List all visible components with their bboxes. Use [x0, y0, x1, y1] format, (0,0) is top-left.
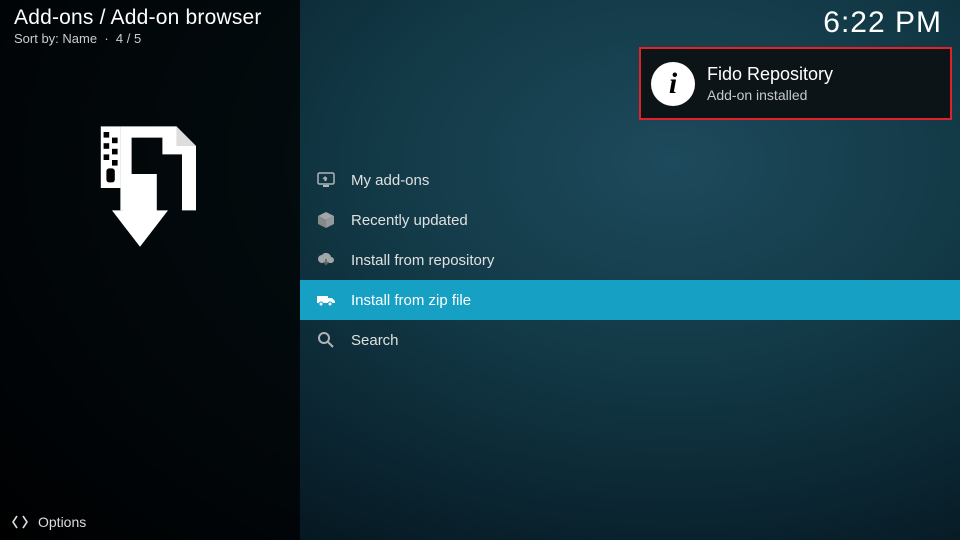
clock: 6:22 PM [823, 6, 942, 40]
zip-download-icon [70, 118, 210, 258]
info-icon: i [651, 62, 695, 106]
menu-item-label: Recently updated [351, 212, 468, 229]
menu-item-label: My add-ons [351, 172, 429, 189]
cloud-download-icon [315, 249, 337, 271]
menu-item-search[interactable]: Search [300, 320, 960, 360]
menu-item-label: Search [351, 332, 399, 349]
notification-title: Fido Repository [707, 64, 833, 85]
sort-info: Sort by: Name · 4 / 5 [14, 31, 262, 46]
list-position: 4 / 5 [116, 31, 141, 46]
menu-item-label: Install from repository [351, 252, 494, 269]
breadcrumb-header: Add-ons / Add-on browser Sort by: Name ·… [14, 6, 262, 46]
search-icon [315, 329, 337, 351]
notification-subtitle: Add-on installed [707, 87, 833, 103]
notification-text: Fido Repository Add-on installed [707, 64, 833, 103]
box-icon [315, 209, 337, 231]
menu-item-install-from-repository[interactable]: Install from repository [300, 240, 960, 280]
options-button[interactable]: Options [0, 504, 300, 540]
sort-label: Sort by: Name [14, 31, 97, 46]
options-label: Options [38, 514, 86, 530]
menu-item-install-from-zip[interactable]: Install from zip file [300, 280, 960, 320]
truck-icon [315, 289, 337, 311]
notification-toast: i Fido Repository Add-on installed [639, 47, 952, 120]
options-icon [12, 514, 28, 530]
menu-list: My add-ons Recently updated Install from… [300, 160, 960, 360]
menu-item-recently-updated[interactable]: Recently updated [300, 200, 960, 240]
menu-item-label: Install from zip file [351, 292, 471, 309]
menu-item-my-addons[interactable]: My add-ons [300, 160, 960, 200]
page-title: Add-ons / Add-on browser [14, 6, 262, 30]
monitor-icon [315, 169, 337, 191]
sidebar: Add-ons / Add-on browser Sort by: Name ·… [0, 0, 300, 540]
